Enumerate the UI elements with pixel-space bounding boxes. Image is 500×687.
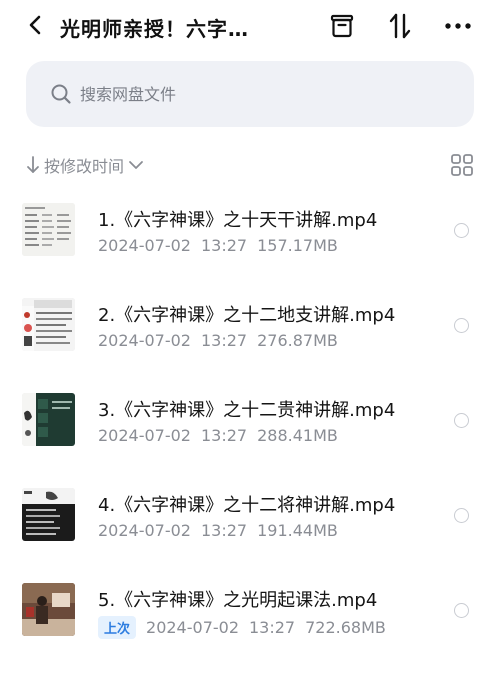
more-dots-icon <box>445 23 471 29</box>
sort-arrows-icon <box>389 13 411 39</box>
more-button[interactable] <box>442 10 474 42</box>
file-time: 13:27 <box>249 618 296 637</box>
file-meta: 2024-07-02 13:27 288.41MB <box>98 426 338 445</box>
video-thumbnail <box>22 203 75 256</box>
file-date: 2024-07-02 <box>98 521 191 540</box>
file-name: 5.《六字神课》之光明起课法.mp4 <box>98 590 378 611</box>
sort-button[interactable] <box>384 10 416 42</box>
file-date: 2024-07-02 <box>98 236 191 255</box>
video-thumbnail <box>22 488 75 541</box>
file-meta: 2024-07-02 13:27 276.87MB <box>98 331 338 350</box>
file-item[interactable]: 1.《六字神课》之十天干讲解.mp4 2024-07-02 13:27 157.… <box>0 190 500 270</box>
file-item[interactable]: 3.《六字神课》之十二贵神讲解.mp4 2024-07-02 13:27 288… <box>0 380 500 460</box>
file-meta: 2024-07-02 13:27 157.17MB <box>98 236 338 255</box>
sort-label: 按修改时间 <box>44 157 125 176</box>
back-button[interactable] <box>20 10 50 40</box>
file-item[interactable]: 4.《六字神课》之十二将神讲解.mp4 2024-07-02 13:27 191… <box>0 475 500 555</box>
archive-button[interactable] <box>326 10 358 42</box>
page-title: 光明师亲授！六字… <box>60 17 249 41</box>
select-checkbox[interactable] <box>454 508 469 523</box>
select-checkbox[interactable] <box>454 413 469 428</box>
file-size: 191.44MB <box>257 521 338 540</box>
file-meta: 上次 2024-07-02 13:27 722.68MB <box>98 616 386 639</box>
grid-view-icon <box>451 154 473 176</box>
last-viewed-badge: 上次 <box>98 616 137 639</box>
archive-icon <box>330 14 354 38</box>
file-size: 722.68MB <box>305 618 386 637</box>
file-size: 288.41MB <box>257 426 338 445</box>
file-date: 2024-07-02 <box>98 331 191 350</box>
select-checkbox[interactable] <box>454 318 469 333</box>
file-meta: 2024-07-02 13:27 191.44MB <box>98 521 338 540</box>
search-input[interactable] <box>80 79 450 109</box>
select-checkbox[interactable] <box>454 223 469 238</box>
file-time: 13:27 <box>200 331 248 350</box>
select-checkbox[interactable] <box>454 603 469 618</box>
back-chevron-icon <box>29 15 41 35</box>
chevron-down-icon <box>129 161 143 169</box>
file-item[interactable]: 2.《六字神课》之十二地支讲解.mp4 2024-07-02 13:27 276… <box>0 285 500 365</box>
file-date: 2024-07-02 <box>98 426 191 445</box>
search-icon <box>51 84 71 104</box>
video-thumbnail <box>22 298 75 351</box>
file-date: 2024-07-02 <box>146 618 239 637</box>
file-name: 4.《六字神课》之十二将神讲解.mp4 <box>98 495 396 516</box>
sort-selector[interactable]: 按修改时间 <box>26 152 144 178</box>
video-thumbnail <box>22 583 75 636</box>
file-name: 1.《六字神课》之十天干讲解.mp4 <box>98 210 378 231</box>
view-toggle-button[interactable] <box>450 153 474 177</box>
arrow-down-icon <box>27 156 39 173</box>
search-bar[interactable] <box>26 61 474 127</box>
file-time: 13:27 <box>200 521 248 540</box>
file-name: 2.《六字神课》之十二地支讲解.mp4 <box>98 305 396 326</box>
video-thumbnail <box>22 393 75 446</box>
file-item[interactable]: 5.《六字神课》之光明起课法.mp4 上次 2024-07-02 13:27 7… <box>0 570 500 650</box>
file-time: 13:27 <box>200 236 248 255</box>
top-bar: 光明师亲授！六字… <box>0 0 500 52</box>
file-name: 3.《六字神课》之十二贵神讲解.mp4 <box>98 400 396 421</box>
file-size: 276.87MB <box>257 331 338 350</box>
file-size: 157.17MB <box>257 236 338 255</box>
file-time: 13:27 <box>200 426 248 445</box>
